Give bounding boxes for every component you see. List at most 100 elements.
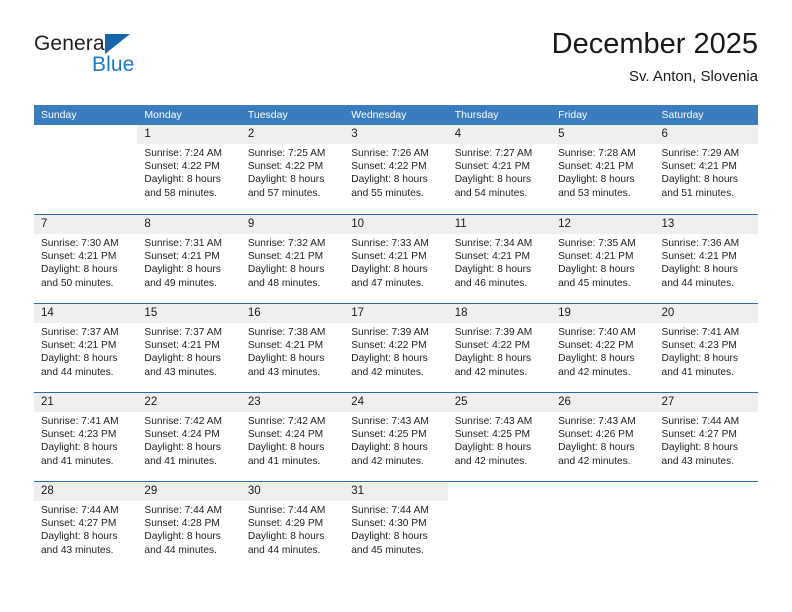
general-blue-logo[interactable]: General Blue xyxy=(34,32,264,94)
day-number: 13 xyxy=(661,218,675,230)
day-detail-line: and 43 minutes. xyxy=(41,544,114,556)
day-detail-line: Sunset: 4:21 PM xyxy=(144,251,220,263)
calendar-day-cell[interactable]: 21 Sunrise: 7:41 AM Sunset: 4:23 PM Dayligh… xyxy=(34,393,137,481)
day-detail-line: Sunset: 4:21 PM xyxy=(41,251,117,263)
day-details: Sunrise: 7:28 AM Sunset: 4:21 PM Daylight:… xyxy=(558,147,651,200)
day-detail-line: Daylight: 8 hours xyxy=(351,531,428,543)
calendar-week-row: 28 Sunrise: 7:44 AM Sunset: 4:27 PM Dayligh… xyxy=(34,481,758,570)
day-detail-line: Daylight: 8 hours xyxy=(454,174,532,186)
page-header: General Blue December 2025 Sv. Anton, Sl… xyxy=(34,27,758,97)
day-number: 11 xyxy=(454,218,467,230)
calendar-week-row: 7 Sunrise: 7:30 AM Sunset: 4:21 PM Daylight… xyxy=(34,214,758,303)
day-detail-line: Sunrise: 7:30 AM xyxy=(41,238,119,249)
day-detail-line: Daylight: 8 hours xyxy=(558,353,635,365)
day-detail-line: Sunrise: 7:34 AM xyxy=(454,238,533,249)
calendar-day-cell[interactable]: 2 Sunrise: 7:25 AM Sunset: 4:22 PM Daylight… xyxy=(241,125,344,214)
calendar-day-cell[interactable]: 19 Sunrise: 7:40 AM Sunset: 4:22 PM Dayligh… xyxy=(551,304,654,392)
calendar-day-cell[interactable]: 29 Sunrise: 7:44 AM Sunset: 4:28 PM Dayligh… xyxy=(137,482,240,570)
calendar-day-cell[interactable]: 26 Sunrise: 7:43 AM Sunset: 4:26 PM Dayligh… xyxy=(551,393,654,481)
calendar-day-cell[interactable]: 7 Sunrise: 7:30 AM Sunset: 4:21 PM Daylight… xyxy=(34,215,137,303)
day-detail-line: and 58 minutes. xyxy=(144,187,217,199)
day-detail-line: Daylight: 8 hours xyxy=(144,264,221,276)
day-detail-line: Sunrise: 7:32 AM xyxy=(247,238,326,249)
calendar-day-cell[interactable]: 10 Sunrise: 7:33 AM Sunset: 4:21 PM Dayligh… xyxy=(344,215,447,303)
calendar-day-cell[interactable]: 4 Sunrise: 7:27 AM Sunset: 4:21 PM Daylight… xyxy=(448,125,551,214)
day-details: Sunrise: 7:30 AM Sunset: 4:21 PM Daylight:… xyxy=(41,237,134,290)
calendar-day-cell[interactable]: 6 Sunrise: 7:29 AM Sunset: 4:21 PM Daylight… xyxy=(655,125,758,214)
day-number: 22 xyxy=(144,396,158,408)
day-detail-line: and 53 minutes. xyxy=(558,187,631,199)
day-detail-line: and 50 minutes. xyxy=(41,277,114,289)
calendar-day-cell[interactable]: 25 Sunrise: 7:43 AM Sunset: 4:25 PM Dayligh… xyxy=(448,393,551,481)
weekday-header-row: Sunday Monday Tuesday Wednesday Thursday Frid… xyxy=(34,105,758,125)
calendar-day-cell[interactable]: 8 Sunrise: 7:31 AM Sunset: 4:21 PM Daylight… xyxy=(137,215,240,303)
day-detail-line: and 54 minutes. xyxy=(454,187,528,199)
day-detail-line: Sunset: 4:24 PM xyxy=(144,429,220,441)
calendar-day-cell[interactable]: 17 Sunrise: 7:39 AM Sunset: 4:22 PM Dayligh… xyxy=(344,304,447,392)
day-detail-line: Sunset: 4:26 PM xyxy=(558,429,634,441)
day-detail-line: Daylight: 8 hours xyxy=(351,442,428,454)
calendar-day-cell[interactable]: 22 Sunrise: 7:42 AM Sunset: 4:24 PM Dayligh… xyxy=(137,393,240,481)
day-detail-line: Daylight: 8 hours xyxy=(144,442,221,454)
day-detail-line: Daylight: 8 hours xyxy=(41,442,118,454)
day-detail-line: Daylight: 8 hours xyxy=(144,353,221,365)
calendar-day-cell[interactable]: 14 Sunrise: 7:37 AM Sunset: 4:21 PM Dayligh… xyxy=(34,304,137,392)
day-detail-line: Sunset: 4:22 PM xyxy=(351,340,427,352)
day-number: 12 xyxy=(558,218,571,230)
day-details: Sunrise: 7:44 AM Sunset: 4:27 PM Daylight:… xyxy=(662,415,755,468)
calendar-day-cell[interactable]: 31 Sunrise: 7:44 AM Sunset: 4:30 PM Dayligh… xyxy=(344,482,447,570)
calendar-day-cell[interactable]: 5 Sunrise: 7:28 AM Sunset: 4:21 PM Daylight… xyxy=(551,125,654,214)
day-detail-line: Sunrise: 7:42 AM xyxy=(144,416,223,427)
calendar-day-cell[interactable]: 30 Sunrise: 7:44 AM Sunset: 4:29 PM Dayligh… xyxy=(241,482,344,570)
calendar-day-cell[interactable]: 28 Sunrise: 7:44 AM Sunset: 4:27 PM Dayligh… xyxy=(34,482,137,570)
day-detail-line: Sunrise: 7:25 AM xyxy=(247,148,326,159)
day-number: 5 xyxy=(558,128,565,140)
day-details: Sunrise: 7:42 AM Sunset: 4:24 PM Daylight:… xyxy=(144,415,237,468)
day-detail-line: Daylight: 8 hours xyxy=(661,264,738,276)
day-detail-line: Sunrise: 7:42 AM xyxy=(247,416,326,427)
calendar-day-cell[interactable]: 1 Sunrise: 7:24 AM Sunset: 4:22 PM Daylight… xyxy=(137,125,240,214)
calendar-day-cell[interactable]: 16 Sunrise: 7:38 AM Sunset: 4:21 PM Dayligh… xyxy=(241,304,344,392)
day-detail-line: Sunrise: 7:44 AM xyxy=(41,505,119,516)
day-detail-line: Sunrise: 7:36 AM xyxy=(661,238,740,249)
day-detail-line: Daylight: 8 hours xyxy=(558,174,635,186)
day-details: Sunrise: 7:44 AM Sunset: 4:29 PM Daylight:… xyxy=(248,504,341,557)
calendar-week-row: 21 Sunrise: 7:41 AM Sunset: 4:23 PM Dayligh… xyxy=(34,392,758,481)
day-detail-line: Daylight: 8 hours xyxy=(454,264,532,276)
day-detail-line: Sunrise: 7:44 AM xyxy=(351,505,429,516)
day-detail-line: Daylight: 8 hours xyxy=(558,442,635,454)
day-detail-line: Daylight: 8 hours xyxy=(247,174,325,186)
day-detail-line: Sunset: 4:22 PM xyxy=(144,161,220,173)
day-details: Sunrise: 7:27 AM Sunset: 4:21 PM Daylight:… xyxy=(455,147,548,200)
calendar-week-row: 14 Sunrise: 7:37 AM Sunset: 4:21 PM Dayligh… xyxy=(34,303,758,392)
day-detail-line: Sunrise: 7:43 AM xyxy=(351,416,429,427)
day-details: Sunrise: 7:29 AM Sunset: 4:21 PM Daylight:… xyxy=(662,147,755,200)
day-details: Sunrise: 7:32 AM Sunset: 4:21 PM Daylight:… xyxy=(248,237,341,290)
day-details: Sunrise: 7:37 AM Sunset: 4:21 PM Daylight:… xyxy=(41,326,134,379)
calendar-day-cell[interactable]: 27 Sunrise: 7:44 AM Sunset: 4:27 PM Dayligh… xyxy=(655,393,758,481)
calendar-day-cell-empty xyxy=(448,482,551,570)
day-details: Sunrise: 7:39 AM Sunset: 4:22 PM Daylight:… xyxy=(455,326,548,379)
calendar-day-cell[interactable]: 12 Sunrise: 7:35 AM Sunset: 4:21 PM Dayligh… xyxy=(551,215,654,303)
day-number: 25 xyxy=(454,396,468,408)
calendar-day-cell[interactable]: 9 Sunrise: 7:32 AM Sunset: 4:21 PM Daylight… xyxy=(241,215,344,303)
day-detail-line: Sunrise: 7:41 AM xyxy=(41,416,119,427)
calendar-day-cell[interactable]: 20 Sunrise: 7:41 AM Sunset: 4:23 PM Dayligh… xyxy=(655,304,758,392)
day-detail-line: Daylight: 8 hours xyxy=(247,353,325,365)
calendar-day-cell[interactable]: 13 Sunrise: 7:36 AM Sunset: 4:21 PM Dayligh… xyxy=(655,215,758,303)
day-detail-line: and 44 minutes. xyxy=(661,277,735,289)
day-detail-line: Sunset: 4:27 PM xyxy=(41,518,117,530)
day-number: 26 xyxy=(558,396,571,408)
calendar-day-cell[interactable]: 11 Sunrise: 7:34 AM Sunset: 4:21 PM Dayligh… xyxy=(448,215,551,303)
calendar-day-cell[interactable]: 23 Sunrise: 7:42 AM Sunset: 4:24 PM Dayligh… xyxy=(241,393,344,481)
calendar-day-cell[interactable]: 24 Sunrise: 7:43 AM Sunset: 4:25 PM Dayligh… xyxy=(344,393,447,481)
weekday-header-saturday: Saturday xyxy=(661,109,704,121)
day-detail-line: and 41 minutes. xyxy=(661,366,735,378)
day-detail-line: and 42 minutes. xyxy=(454,366,528,378)
day-detail-line: Sunrise: 7:41 AM xyxy=(661,327,740,338)
day-number: 7 xyxy=(41,218,48,230)
day-detail-line: Sunrise: 7:24 AM xyxy=(144,148,223,159)
calendar-day-cell[interactable]: 15 Sunrise: 7:37 AM Sunset: 4:21 PM Dayligh… xyxy=(137,304,240,392)
calendar-day-cell[interactable]: 18 Sunrise: 7:39 AM Sunset: 4:22 PM Dayligh… xyxy=(448,304,551,392)
calendar-day-cell[interactable]: 3 Sunrise: 7:26 AM Sunset: 4:22 PM Daylight… xyxy=(344,125,447,214)
